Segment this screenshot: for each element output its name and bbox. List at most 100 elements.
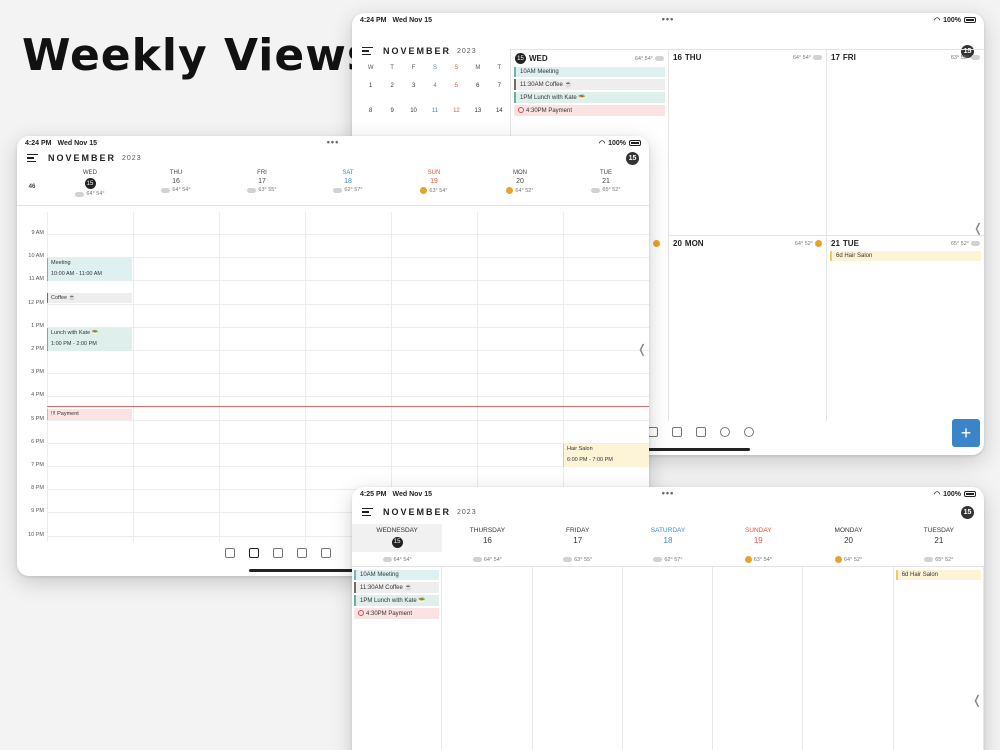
month-title[interactable]: NOVEMBER <box>48 153 116 163</box>
tab-week[interactable] <box>249 548 259 558</box>
menu-icon[interactable] <box>362 47 373 55</box>
event-payment[interactable]: !!! Payment <box>47 409 132 420</box>
add-event-button[interactable]: + <box>952 419 980 447</box>
tab-calendar[interactable] <box>225 548 235 558</box>
event-time: 10:00 AM - 11:00 AM <box>51 271 102 277</box>
event-chip[interactable]: 10AM Meeting <box>514 67 665 77</box>
multitask-dots[interactable]: ••• <box>662 14 674 24</box>
sun-icon <box>506 187 514 194</box>
event-hair-salon[interactable]: Hair Salon 6:00 PM - 7:00 PM <box>563 444 649 467</box>
cloud-icon <box>247 187 257 193</box>
day-column[interactable] <box>442 567 533 750</box>
day-name: WED <box>83 170 97 176</box>
event-chip[interactable]: 10AM Meeting <box>354 570 440 580</box>
mini-day[interactable]: 8 <box>360 108 381 114</box>
tab-list[interactable] <box>273 548 283 558</box>
nav-bar: NOVEMBER 2023 15 <box>352 502 984 522</box>
event-meeting[interactable]: Meeting 10:00 AM - 11:00 AM <box>47 258 132 281</box>
weather-forecast: 63° 55° <box>533 553 623 566</box>
day-header[interactable]: THURSDAY 16 <box>442 524 532 552</box>
weather-forecast: 64° 52° <box>803 553 893 566</box>
day-header[interactable]: TUESDAY 21 <box>894 524 984 552</box>
day-column[interactable] <box>803 567 894 750</box>
day-cell-fri[interactable]: 17 FRI 63° 55° <box>826 49 984 235</box>
search-icon[interactable] <box>744 427 754 437</box>
weather-forecast: 65° 52° <box>894 553 984 566</box>
event-coffee[interactable]: Coffee ☕ <box>47 293 132 303</box>
day-name: FRI <box>842 53 856 62</box>
event-chip[interactable]: 1PM Lunch with Kate 🥗 <box>354 595 440 606</box>
battery-text: 100% <box>608 139 626 147</box>
event-chip[interactable]: 11:30AM Coffee ☕ <box>514 79 665 90</box>
day-header[interactable]: THU 16 64° 54° <box>133 170 219 205</box>
day-header[interactable]: TUE 21 65° 52° <box>563 170 649 205</box>
day-number: 21 <box>602 178 610 185</box>
mini-weekday: T <box>497 65 502 71</box>
menu-icon[interactable] <box>362 508 373 516</box>
chevron-left-icon[interactable]: ❬ <box>637 342 647 356</box>
tab-month-grid[interactable] <box>648 427 658 437</box>
day-header[interactable]: WED 15 64° 54° <box>47 170 133 205</box>
tab-grid[interactable] <box>297 548 307 558</box>
chevron-left-icon[interactable]: ❬ <box>972 693 982 707</box>
multitask-dots[interactable]: ••• <box>327 137 339 147</box>
day-column[interactable] <box>623 567 714 750</box>
day-cell-tue[interactable]: 21 TUE 65° 52° 6d Hair Salon <box>826 235 984 421</box>
day-column[interactable]: 10AM Meeting 11:30AM Coffee ☕ 1PM Lunch wi… <box>352 567 443 750</box>
temperature: 64° 54° <box>792 54 811 61</box>
today-button[interactable]: 15 <box>626 151 639 165</box>
day-column[interactable] <box>533 567 623 750</box>
mini-day[interactable]: 5 <box>446 83 467 89</box>
event-chip[interactable]: 6d Hair Salon <box>830 251 981 261</box>
mini-day[interactable]: 10 <box>403 108 424 114</box>
mini-day[interactable]: 6 <box>467 83 488 89</box>
day-column[interactable] <box>713 567 804 750</box>
mini-day[interactable]: 13 <box>467 108 488 114</box>
day-header[interactable]: MON 20 64° 52° <box>477 170 563 205</box>
day-header[interactable]: WEDNESDAY 15 <box>352 524 443 552</box>
menu-icon[interactable] <box>27 154 38 162</box>
tab-grid[interactable] <box>672 427 682 437</box>
tab-month[interactable] <box>321 548 331 558</box>
event-chip[interactable]: 6d Hair Salon <box>895 570 981 580</box>
day-cell-mon[interactable]: 20 MON 64° 52° <box>668 235 826 421</box>
event-chip[interactable]: 1PM Lunch with Kate 🥗 <box>514 92 665 103</box>
temperature: 63° 55° <box>574 556 593 563</box>
mini-day[interactable]: 1 <box>360 83 381 89</box>
day-header[interactable]: SAT 18 62° 57° <box>305 170 391 205</box>
mini-day[interactable]: 12 <box>446 108 467 114</box>
month-title[interactable]: NOVEMBER <box>383 507 451 517</box>
tab-list-doc[interactable] <box>696 427 706 437</box>
mini-day[interactable]: 2 <box>381 83 402 89</box>
day-header[interactable]: FRIDAY 17 <box>533 524 623 552</box>
mini-day[interactable]: 4 <box>424 83 445 89</box>
day-cell-thu[interactable]: 16 THU 64° 54° <box>668 49 826 235</box>
day-header[interactable]: SATURDAY 18 <box>623 524 713 552</box>
cloud-icon <box>161 187 171 193</box>
mini-day[interactable]: 9 <box>381 108 402 114</box>
multitask-dots[interactable]: ••• <box>662 488 674 498</box>
day-column[interactable]: 6d Hair Salon <box>894 567 984 750</box>
tab-record[interactable] <box>720 427 730 437</box>
day-header[interactable]: FRI 17 63° 55° <box>219 170 305 205</box>
column-divider <box>133 212 134 542</box>
day-header[interactable]: SUNDAY 19 <box>713 524 803 552</box>
mini-day[interactable]: 11 <box>424 108 445 114</box>
month-title[interactable]: NOVEMBER <box>383 46 451 56</box>
event-chip[interactable]: 4:30PM Payment <box>354 608 440 619</box>
cloud-icon <box>591 187 601 193</box>
mini-day[interactable]: 7 <box>489 83 510 89</box>
mini-day[interactable]: 3 <box>403 83 424 89</box>
cloud-icon <box>472 557 482 562</box>
day-header[interactable]: MONDAY 20 <box>803 524 893 552</box>
sun-icon <box>834 556 842 563</box>
mini-day[interactable]: 14 <box>489 108 510 114</box>
event-lunch[interactable]: Lunch with Kate 🥗 1:00 PM - 2:00 PM <box>47 328 132 351</box>
today-button[interactable]: 15 <box>961 505 974 519</box>
temperature: 64° 54° <box>86 191 105 197</box>
event-chip[interactable]: 11:30AM Coffee ☕ <box>354 582 440 593</box>
day-header[interactable]: SUN 19 63° 54° <box>391 170 477 205</box>
event-chip[interactable]: 4:30PM Payment <box>514 105 665 116</box>
chevron-left-icon[interactable]: ❬ <box>973 221 983 235</box>
mini-week-row: 1234567 <box>360 83 510 89</box>
